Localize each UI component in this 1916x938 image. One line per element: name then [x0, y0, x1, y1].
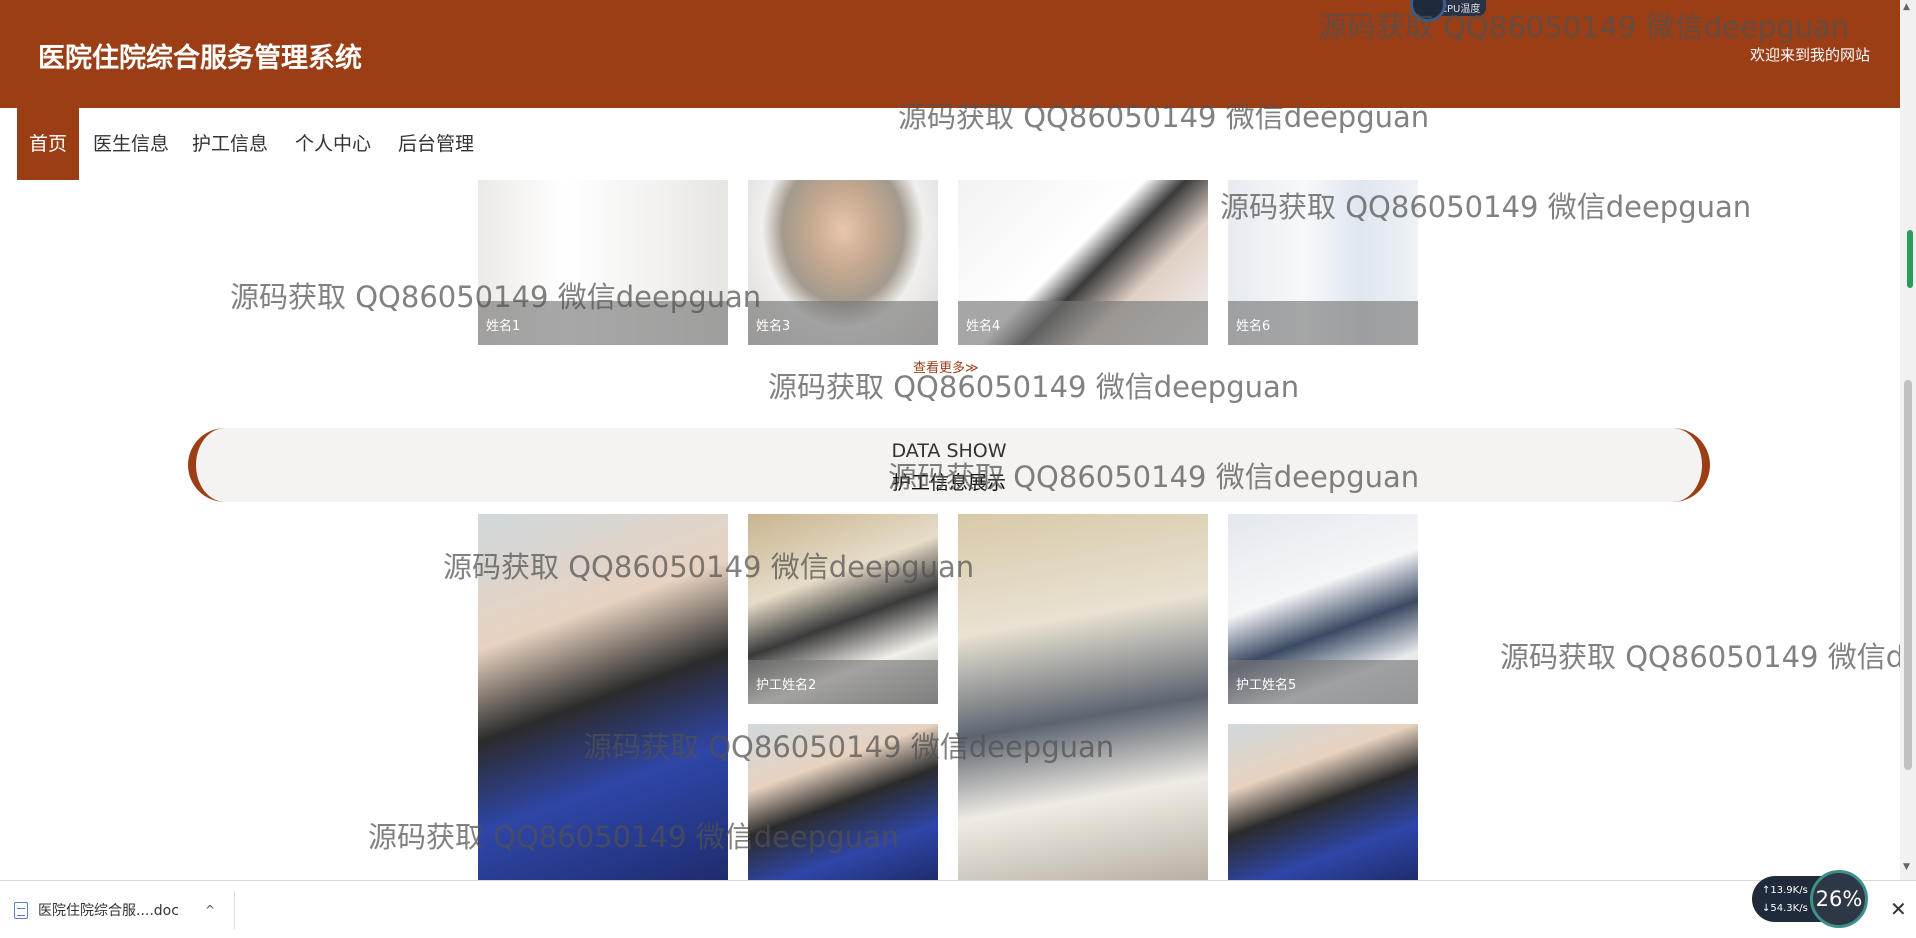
nurse-name: 护工姓名5 [1228, 660, 1418, 704]
view-more-link[interactable]: 查看更多≫ [913, 357, 979, 376]
doctor-card[interactable]: 姓名4 [958, 180, 1208, 345]
nurse-name: 护工姓名2 [748, 660, 938, 704]
section-title-cn: 护工信息展示 [891, 472, 1006, 494]
main-nav: 首页 医生信息 护工信息 个人中心 后台管理 [0, 108, 1900, 180]
download-bar: 医院住院综合服....doc ^ ✕ [0, 880, 1916, 938]
nurse-photo [478, 514, 728, 880]
doctor-card[interactable]: 姓名6 [1228, 180, 1418, 345]
doctor-name: 姓名4 [958, 301, 1208, 345]
doctor-card[interactable]: 姓名1 [478, 180, 728, 345]
nav-profile[interactable]: 个人中心 [295, 108, 371, 180]
nurse-card[interactable] [958, 514, 1208, 880]
site-title: 医院住院综合服务管理系统 [38, 43, 362, 74]
cpu-gauge[interactable]: 26% [1810, 870, 1868, 928]
welcome-text: 欢迎来到我的网站 [1749, 46, 1870, 64]
site-header: 医院住院综合服务管理系统 欢迎来到我的网站 [0, 0, 1900, 108]
nurse-card[interactable] [1228, 724, 1418, 880]
divider [234, 891, 235, 929]
side-indicator [1907, 230, 1913, 288]
nurse-card[interactable]: 护工姓名5 [1228, 514, 1418, 704]
scroll-down-arrow-icon[interactable]: ▼ [1903, 862, 1913, 872]
page-scrollbar[interactable]: ▲ ▼ [1900, 0, 1916, 880]
chevron-up-icon[interactable]: ^ [205, 903, 215, 917]
nurse-card[interactable] [478, 514, 728, 880]
nurse-photo [748, 724, 938, 880]
section-title-en: DATA SHOW [891, 440, 1007, 462]
scroll-up-arrow-icon[interactable]: ▲ [1903, 2, 1913, 12]
nurse-photo [1228, 724, 1418, 880]
doctor-name: 姓名6 [1228, 301, 1418, 345]
download-item[interactable]: 医院住院综合服....doc ^ [14, 895, 215, 925]
close-icon[interactable]: ✕ [1890, 897, 1907, 921]
nurse-card[interactable] [748, 724, 938, 880]
doctor-name: 姓名3 [748, 301, 938, 345]
document-icon [14, 901, 28, 919]
doctor-card[interactable]: 姓名3 [748, 180, 938, 345]
watermark-text: 源码获取 QQ86050149 微信deepguan [768, 370, 1300, 404]
nav-home[interactable]: 首页 [17, 108, 80, 180]
section-banner: DATA SHOW 护工信息展示 [188, 428, 1710, 502]
nurse-photo [958, 514, 1208, 880]
nav-doctors[interactable]: 医生信息 [93, 108, 169, 180]
nav-nurses[interactable]: 护工信息 [192, 108, 268, 180]
nurse-card[interactable]: 护工姓名2 [748, 514, 938, 704]
scroll-thumb[interactable] [1904, 380, 1912, 770]
watermark-text: 源码获取 QQ86050149 微信de [1500, 640, 1916, 674]
nav-admin[interactable]: 后台管理 [398, 108, 474, 180]
download-file-name: 医院住院综合服....doc [38, 903, 179, 919]
doctor-name: 姓名1 [478, 301, 728, 345]
